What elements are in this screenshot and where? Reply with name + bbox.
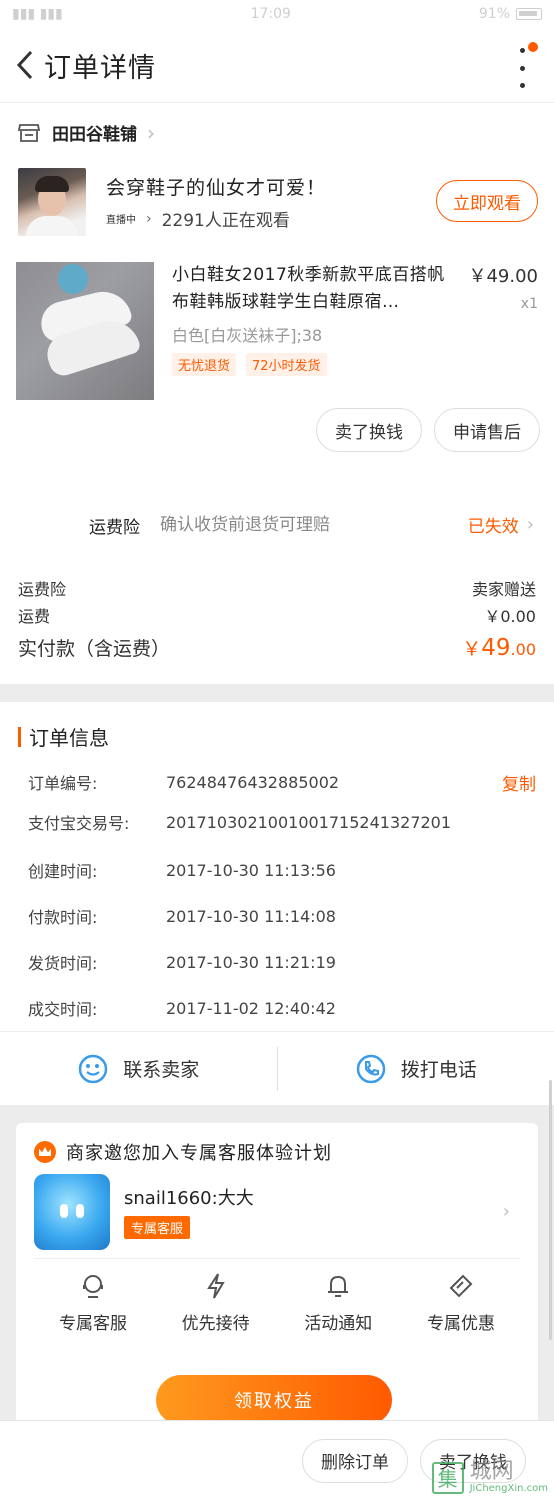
tag-72h-ship: 72小时发货 — [246, 353, 327, 376]
total-label: 实付款（含运费） — [18, 637, 171, 660]
order-card: 田田谷鞋铺 › 会穿鞋子的仙女才可爱！ 直播中 › 2291人正在观看 立即观看… — [0, 102, 554, 684]
chevron-right-icon: › — [146, 210, 152, 227]
insurance-status: 已失效 — [467, 517, 519, 537]
page-title: 订单详情 — [44, 52, 156, 84]
more-dot-icon — [519, 65, 525, 71]
product-qty: x1 — [520, 296, 538, 312]
status-time: 17:09 — [250, 6, 291, 22]
info-row-paid: 付款时间: 2017-10-30 11:14:08 — [28, 906, 336, 928]
benefits-row: 专属客服 优先接待 活动通知 专属优惠 — [34, 1259, 520, 1334]
live-host-avatar — [18, 168, 86, 236]
after-sale-button[interactable]: 申请售后 — [434, 408, 540, 452]
call-label: 拨打电话 — [400, 1059, 477, 1081]
benefit-priority[interactable]: 优先接待 — [161, 1271, 271, 1334]
watermark: 集 城网 JiChengXin.com — [431, 1461, 548, 1494]
status-bar: ▮▮▮ ▮▮▮ 17:09 91% — [0, 0, 554, 28]
nav-bar: 订单详情 — [0, 28, 554, 102]
agent-row[interactable]: snail1660:大大 专属客服 › — [34, 1165, 520, 1259]
shop-name: 田田谷鞋铺 — [52, 125, 137, 145]
more-menu-button[interactable] — [512, 48, 532, 88]
order-info-heading: 订单信息 — [29, 726, 109, 750]
info-row-alipay-id: 支付宝交易号: 2017103021001001715241327201 — [28, 812, 452, 834]
fee-value: 卖家赠送 — [471, 579, 536, 599]
chevron-right-icon: › — [502, 1201, 510, 1222]
delete-order-button[interactable]: 删除订单 — [302, 1438, 408, 1483]
more-dot-icon — [519, 48, 525, 53]
item-actions: 卖了换钱 申请售后 — [0, 402, 554, 480]
more-dot-icon — [519, 83, 525, 88]
info-row-completed: 成交时间: 2017-11-02 12:40:42 — [28, 998, 336, 1020]
contact-seller-label: 联系卖家 — [123, 1059, 200, 1081]
fee-summary: 运费险 卖家赠送 运费 ￥0.00 实付款（含运费） ￥49.00 — [0, 570, 554, 684]
signal-icon: ▮▮▮ ▮▮▮ — [12, 6, 63, 22]
sell-button[interactable]: 卖了换钱 — [316, 408, 422, 452]
agent-avatar — [34, 1173, 110, 1250]
scrollbar[interactable] — [549, 1080, 552, 1340]
shop-row[interactable]: 田田谷鞋铺 › — [0, 102, 554, 162]
notification-dot — [528, 42, 538, 52]
battery-icon — [516, 8, 542, 20]
product-title: 小白鞋女2017秋季新款平底百搭帆布鞋韩版球鞋学生白鞋原宿… — [172, 265, 445, 312]
insurance-desc: 确认收货前退货可理赔 — [160, 515, 330, 535]
order-id: 76248476432885002 — [166, 772, 340, 792]
back-button[interactable] — [12, 45, 38, 85]
benefit-discount[interactable]: 专属优惠 — [406, 1271, 516, 1334]
chevron-right-icon: › — [147, 120, 155, 145]
contact-row: 联系卖家 拨打电话 — [0, 1031, 554, 1105]
chevron-left-icon — [16, 50, 33, 80]
insurance-label: 运费险 — [89, 517, 140, 538]
bottom-action-bar: 删除订单 卖了换钱 集 城网 JiChengXin.com — [0, 1420, 554, 1500]
service-plan-card: 商家邀您加入专属客服体验计划 snail1660:大大 专属客服 › 专属客服 … — [16, 1123, 538, 1435]
watch-now-button[interactable]: 立即观看 — [436, 180, 538, 222]
info-row-shipped: 发货时间: 2017-10-30 11:21:19 — [28, 952, 336, 974]
copy-button[interactable]: 复制 — [502, 770, 536, 795]
phone-icon — [356, 1054, 385, 1083]
chat-icon — [78, 1054, 108, 1083]
agent-tag: 专属客服 — [124, 1216, 191, 1239]
product-row[interactable]: 小白鞋女2017秋季新款平底百搭帆布鞋韩版球鞋学生白鞋原宿… 白色[白灰送袜子]… — [0, 242, 554, 402]
live-viewer-count: 2291人正在观看 — [161, 211, 290, 231]
service-title: 商家邀您加入专属客服体验计划 — [66, 1143, 332, 1164]
battery-percent: 91% — [478, 6, 510, 22]
total-amount: ￥49.00 — [462, 634, 536, 661]
fee-label: 运费 — [18, 606, 51, 626]
product-price: ￥49.00 — [468, 266, 538, 287]
fee-value: ￥0.00 — [484, 606, 536, 626]
benefit-exclusive-service[interactable]: 专属客服 — [38, 1271, 148, 1334]
product-sku: 白色[白灰送袜子];38 — [172, 326, 323, 345]
call-button[interactable]: 拨打电话 — [278, 1053, 554, 1085]
claim-benefits-button[interactable]: 领取权益 — [156, 1375, 392, 1425]
headset-icon — [83, 1275, 103, 1298]
live-title: 会穿鞋子的仙女才可爱！ — [106, 177, 327, 199]
tag-free-return: 无忧退货 — [172, 353, 237, 376]
live-badge: 直播中 — [106, 215, 136, 226]
store-icon — [18, 123, 40, 142]
chevron-right-icon: › — [526, 514, 534, 535]
order-info-card: 订单信息 订单编号: 76248476432885002 复制 支付宝交易号: … — [0, 702, 554, 1031]
contact-seller-button[interactable]: 联系卖家 — [0, 1053, 277, 1085]
fee-label: 运费险 — [18, 579, 67, 599]
agent-name: snail1660:大大 — [124, 1188, 254, 1209]
heading-accent-bar — [18, 726, 21, 747]
live-row[interactable]: 会穿鞋子的仙女才可爱！ 直播中 › 2291人正在观看 立即观看 — [0, 162, 554, 242]
coupon-icon — [449, 1274, 473, 1298]
bell-icon — [328, 1275, 349, 1297]
crown-icon — [34, 1141, 56, 1163]
insurance-row[interactable]: 运费险 确认收货前退货可理赔 已失效 › — [0, 480, 554, 570]
lightning-icon — [206, 1273, 225, 1299]
benefit-notification[interactable]: 活动通知 — [283, 1271, 393, 1334]
product-image — [16, 262, 154, 400]
info-row-created: 创建时间: 2017-10-30 11:13:56 — [28, 860, 336, 882]
info-row-order-id: 订单编号: 76248476432885002 复制 — [18, 767, 536, 797]
